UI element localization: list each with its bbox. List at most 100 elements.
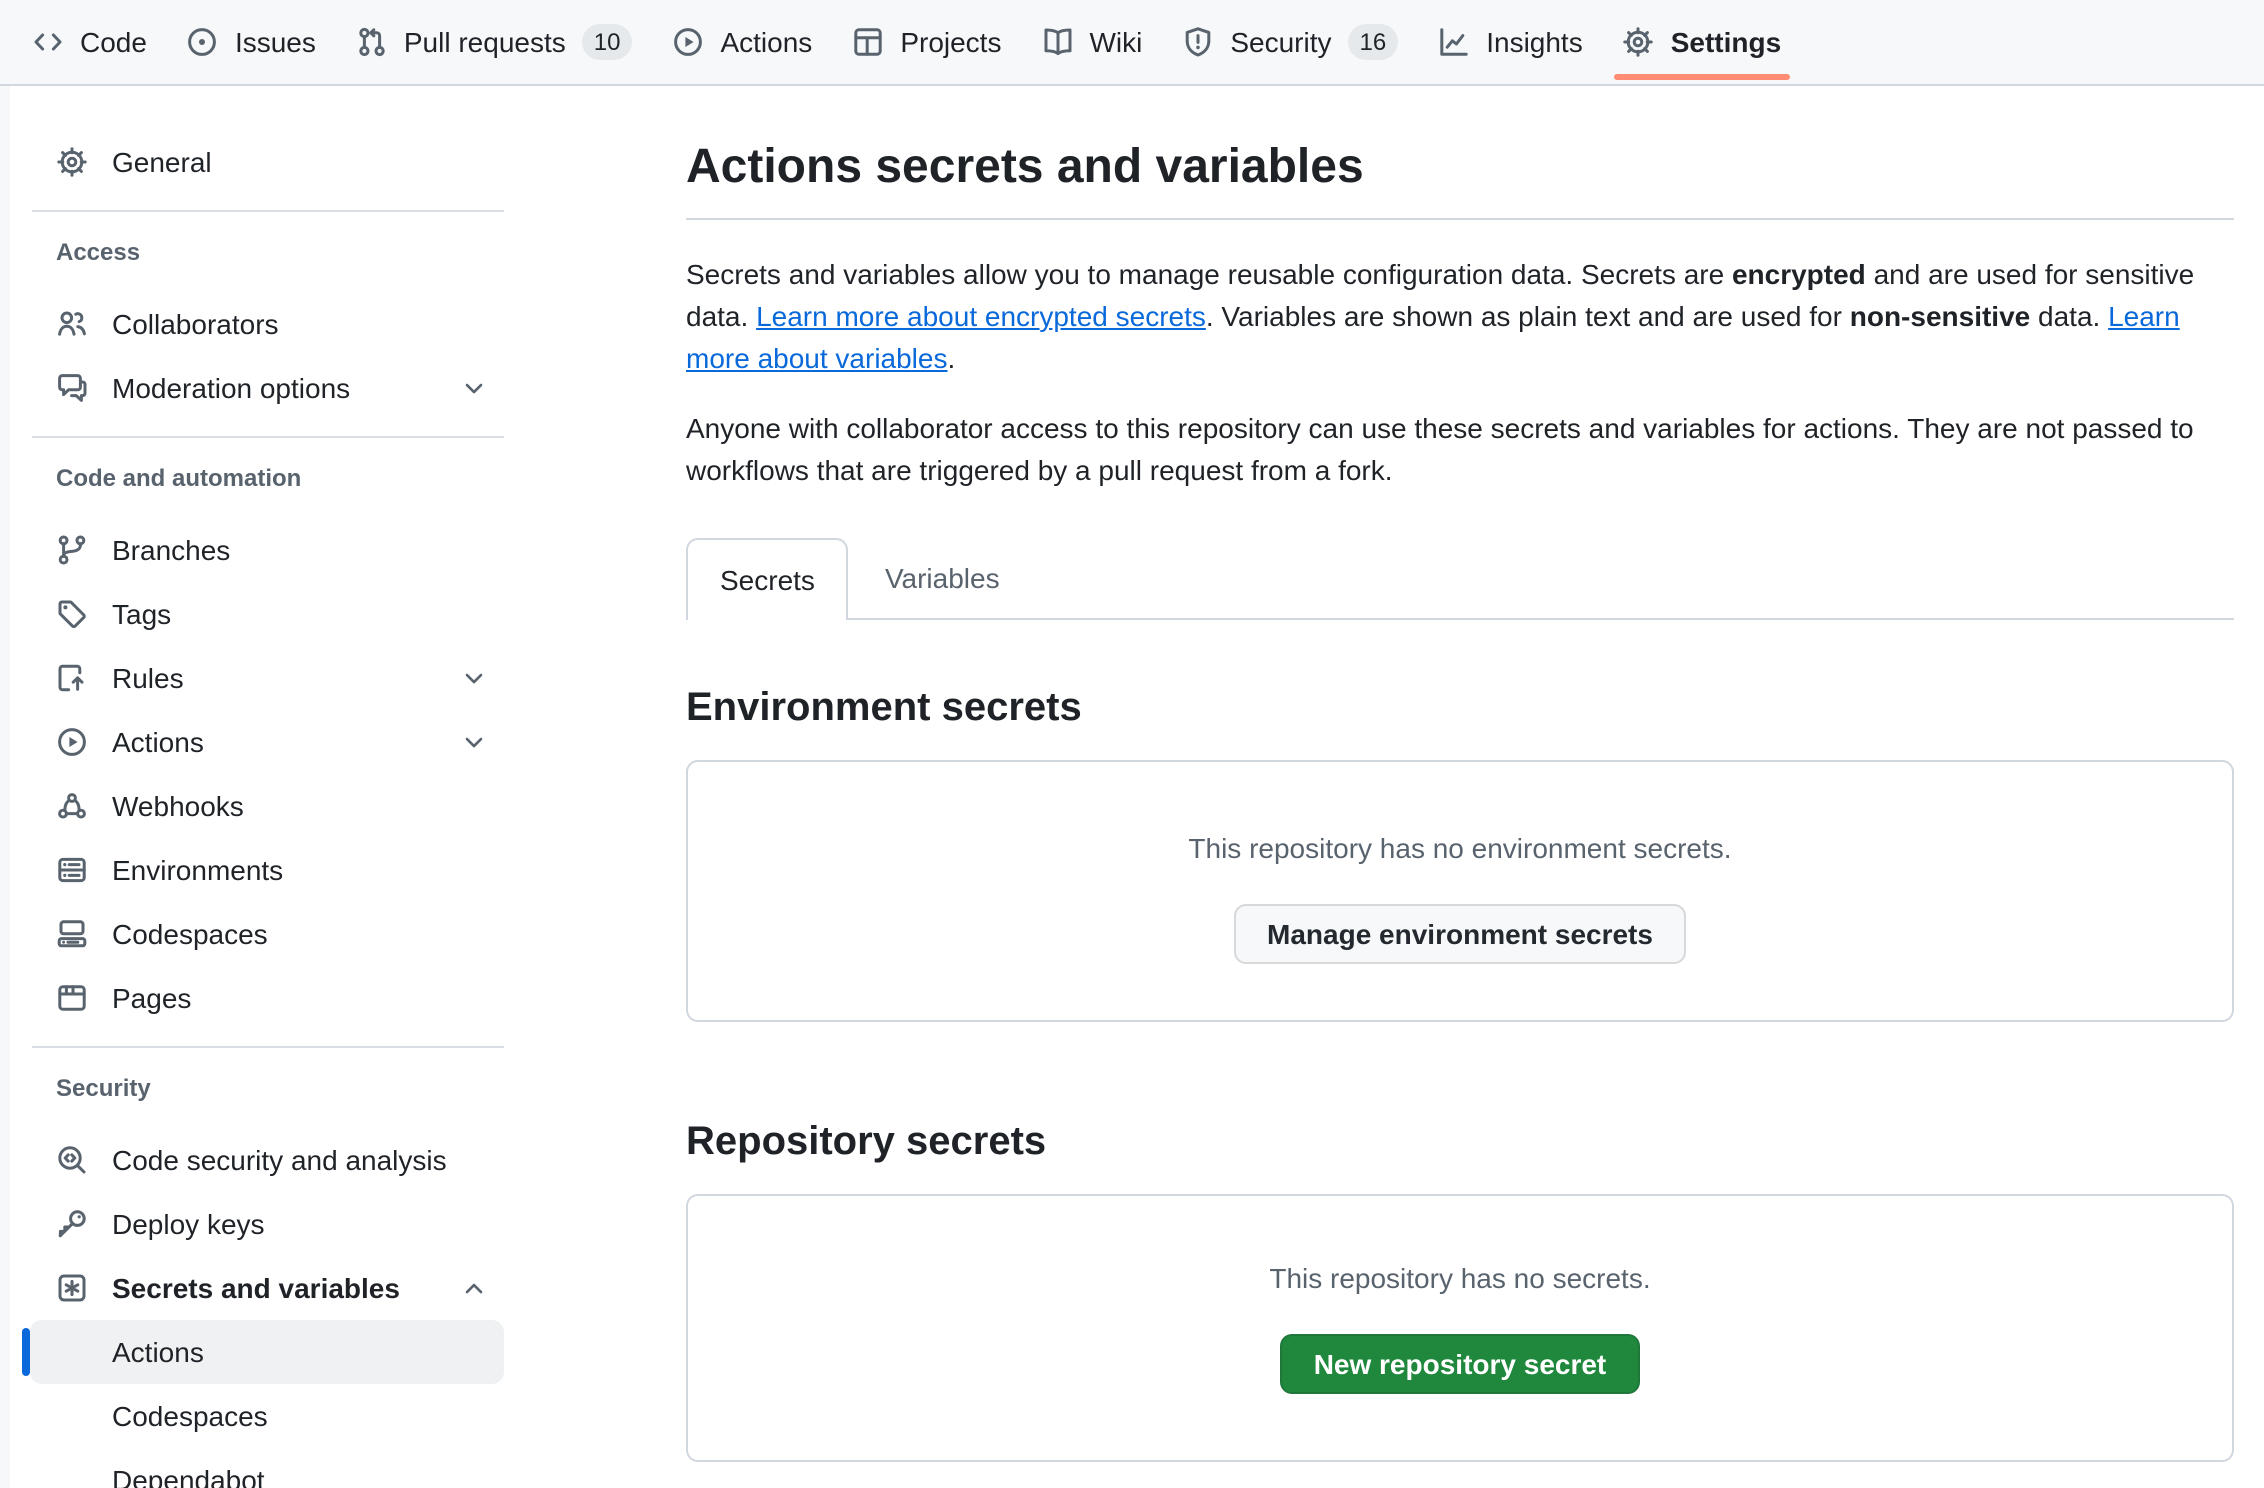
- sidebar-item-general[interactable]: General: [30, 130, 504, 194]
- sidebar-item-webhooks[interactable]: Webhooks: [30, 774, 504, 838]
- browser-icon: [56, 982, 88, 1014]
- repository-secrets-empty-text: This repository has no secrets.: [1269, 1264, 1650, 1292]
- sidebar-item-label: Webhooks: [112, 790, 244, 822]
- chevron-down-icon: [460, 728, 488, 756]
- intro-bold-non-sensitive: non-sensitive: [1850, 300, 2031, 332]
- manage-environment-secrets-button[interactable]: Manage environment secrets: [1233, 904, 1687, 964]
- tab-projects[interactable]: Projects: [836, 0, 1017, 84]
- play-icon: [672, 26, 704, 58]
- sidebar-item-rules[interactable]: Rules: [30, 646, 504, 710]
- sidebar-item-codespaces[interactable]: Codespaces: [30, 902, 504, 966]
- code-scan-icon: [56, 1144, 88, 1176]
- sidebar-item-label: Environments: [112, 854, 283, 886]
- sidebar-item-code-security[interactable]: Code security and analysis: [30, 1128, 504, 1192]
- key-icon: [56, 1208, 88, 1240]
- sidebar-item-label: Collaborators: [112, 308, 279, 340]
- shield-icon: [1182, 26, 1214, 58]
- sidebar-item-label: Moderation options: [112, 372, 350, 404]
- tab-label: Wiki: [1089, 26, 1142, 58]
- sidebar-item-pages[interactable]: Pages: [30, 966, 504, 1030]
- issue-opened-icon: [187, 26, 219, 58]
- sidebar-section-security: Security: [56, 1064, 504, 1112]
- chevron-down-icon: [460, 664, 488, 692]
- git-pull-request-icon: [356, 26, 388, 58]
- people-icon: [56, 308, 88, 340]
- sidebar-item-label: General: [112, 146, 212, 178]
- tab-secrets[interactable]: Secrets: [686, 538, 849, 620]
- tab-label: Code: [80, 26, 147, 58]
- tab-settings[interactable]: Settings: [1607, 0, 1797, 84]
- tab-label: Security: [1230, 26, 1331, 58]
- tab-label: Insights: [1486, 26, 1583, 58]
- intro-text: data.: [2030, 300, 2108, 332]
- intro-text: . Variables are shown as plain text and …: [1206, 300, 1850, 332]
- new-repository-secret-button[interactable]: New repository secret: [1280, 1334, 1641, 1394]
- github-settings-page: Code Issues Pull requests 10 Actions Pro…: [0, 0, 2264, 1488]
- repository-secrets-panel: This repository has no secrets. New repo…: [686, 1194, 2234, 1462]
- sidebar-item-label: Codespaces: [112, 918, 268, 950]
- environment-secrets-empty-text: This repository has no environment secre…: [1188, 834, 1731, 862]
- sidebar-item-actions[interactable]: Actions: [30, 710, 504, 774]
- sidebar-subitem-codespaces[interactable]: Codespaces: [30, 1384, 504, 1448]
- tab-insights[interactable]: Insights: [1422, 0, 1599, 84]
- sidebar-item-label: Deploy keys: [112, 1208, 265, 1240]
- sidebar-item-tags[interactable]: Tags: [30, 582, 504, 646]
- settings-sidebar: General Access Collaborators Moderation …: [0, 86, 520, 1488]
- sidebar-item-moderation-options[interactable]: Moderation options: [30, 356, 504, 420]
- book-icon: [1041, 26, 1073, 58]
- sidebar-item-secrets-and-variables[interactable]: Secrets and variables: [30, 1256, 504, 1320]
- collaborator-note-paragraph: Anyone with collaborator access to this …: [686, 408, 2234, 492]
- sidebar-item-collaborators[interactable]: Collaborators: [30, 292, 504, 356]
- tab-pull-requests[interactable]: Pull requests 10: [340, 0, 649, 84]
- tab-variables[interactable]: Variables: [853, 538, 1032, 618]
- chevron-down-icon: [460, 374, 488, 402]
- repo-tab-nav: Code Issues Pull requests 10 Actions Pro…: [0, 0, 2264, 86]
- sidebar-section-access: Access: [56, 228, 504, 276]
- tab-label: Pull requests: [404, 26, 566, 58]
- sidebar-divider: [32, 436, 504, 438]
- security-counter: 16: [1348, 24, 1399, 60]
- page-title: Actions secrets and variables: [686, 140, 2234, 196]
- sidebar-item-label: Actions: [112, 1336, 204, 1368]
- main-content: Actions secrets and variables Secrets an…: [686, 86, 2234, 1462]
- sidebar-item-branches[interactable]: Branches: [30, 518, 504, 582]
- tab-code[interactable]: Code: [16, 0, 163, 84]
- sidebar-item-label: Tags: [112, 598, 171, 630]
- sidebar-item-label: Codespaces: [112, 1400, 268, 1432]
- asterisk-box-icon: [56, 1272, 88, 1304]
- tab-issues[interactable]: Issues: [171, 0, 332, 84]
- tab-wiki[interactable]: Wiki: [1025, 0, 1158, 84]
- intro-text: .: [948, 342, 956, 374]
- git-branch-icon: [56, 534, 88, 566]
- codespaces-icon: [56, 918, 88, 950]
- sidebar-subitem-dependabot[interactable]: Dependabot: [30, 1448, 504, 1488]
- sidebar-subitem-actions[interactable]: Actions: [30, 1320, 504, 1384]
- environment-secrets-heading: Environment secrets: [686, 680, 2234, 736]
- intro-bold-encrypted: encrypted: [1732, 258, 1866, 290]
- tab-label: Issues: [235, 26, 316, 58]
- link-learn-encrypted-secrets[interactable]: Learn more about encrypted secrets: [756, 300, 1206, 332]
- tab-security[interactable]: Security 16: [1166, 0, 1414, 84]
- sidebar-item-label: Branches: [112, 534, 230, 566]
- webhook-icon: [56, 790, 88, 822]
- tab-label: Projects: [900, 26, 1001, 58]
- sidebar-item-deploy-keys[interactable]: Deploy keys: [30, 1192, 504, 1256]
- code-icon: [32, 26, 64, 58]
- play-icon: [56, 726, 88, 758]
- tab-label: Actions: [720, 26, 812, 58]
- sidebar-item-label: Rules: [112, 662, 184, 694]
- server-icon: [56, 854, 88, 886]
- title-divider: [686, 218, 2234, 220]
- environment-secrets-panel: This repository has no environment secre…: [686, 760, 2234, 1022]
- intro-paragraph: Secrets and variables allow you to manag…: [686, 254, 2234, 380]
- graph-icon: [1438, 26, 1470, 58]
- sidebar-item-label: Pages: [112, 982, 191, 1014]
- chevron-up-icon: [460, 1274, 488, 1302]
- sidebar-item-label: Actions: [112, 726, 204, 758]
- gear-icon: [56, 146, 88, 178]
- tab-actions[interactable]: Actions: [656, 0, 828, 84]
- sidebar-item-label: Code security and analysis: [112, 1144, 447, 1176]
- sidebar-item-label: Dependabot: [112, 1464, 265, 1488]
- sidebar-item-environments[interactable]: Environments: [30, 838, 504, 902]
- table-icon: [852, 26, 884, 58]
